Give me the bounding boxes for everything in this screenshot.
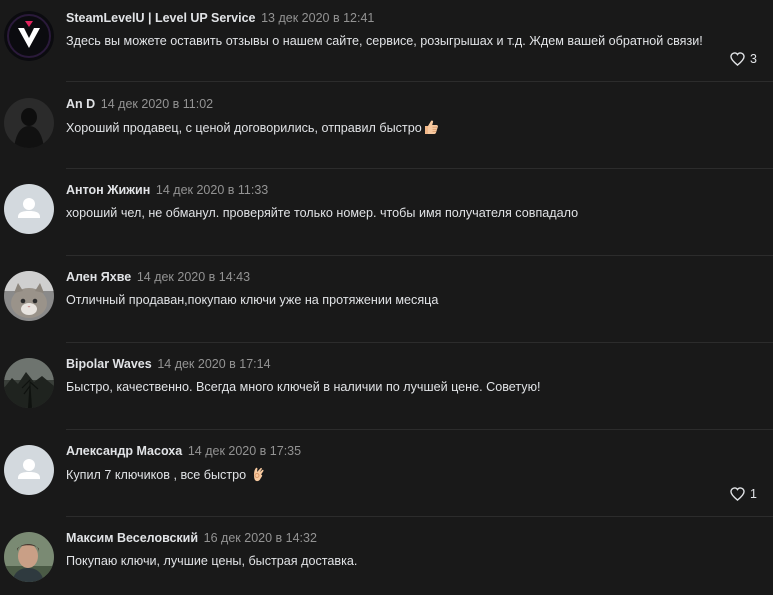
comment-text-content: Купил 7 ключиков , все быстро bbox=[66, 468, 247, 482]
default-user-icon bbox=[4, 445, 54, 495]
comment-text-content: Хороший продавец, с ценой договорились, … bbox=[66, 121, 422, 135]
comment-text: хороший чел, не обманул. проверяйте толь… bbox=[66, 206, 579, 220]
dark-landscape-photo-icon bbox=[4, 358, 54, 408]
like-count: 3 bbox=[750, 52, 757, 66]
comment-item: Максим Веселовский 16 дек 2020 в 14:32 П… bbox=[0, 520, 773, 595]
dark-figure-photo-icon bbox=[4, 98, 54, 148]
comment-header: Максим Веселовский 16 дек 2020 в 14:32 bbox=[66, 530, 317, 546]
avatar[interactable] bbox=[4, 532, 54, 582]
comment-header: An D 14 дек 2020 в 11:02 bbox=[66, 96, 213, 112]
comment-item: Александр Масоха 14 дек 2020 в 17:35 Куп… bbox=[0, 433, 773, 519]
comment-header: Александр Масоха 14 дек 2020 в 17:35 bbox=[66, 443, 301, 459]
like-count: 1 bbox=[750, 487, 757, 501]
heart-icon bbox=[730, 52, 745, 66]
author-name[interactable]: An D bbox=[66, 97, 95, 111]
steamlevelu-logo-icon bbox=[4, 11, 54, 61]
divider bbox=[66, 429, 773, 430]
comment-header: Антон Жижин 14 дек 2020 в 11:33 bbox=[66, 182, 268, 198]
avatar[interactable] bbox=[4, 271, 54, 321]
comment-date[interactable]: 14 дек 2020 в 17:14 bbox=[157, 357, 270, 371]
comment-text: Хороший продавец, с ценой договорились, … bbox=[66, 119, 439, 136]
divider bbox=[66, 168, 773, 169]
divider bbox=[66, 516, 773, 517]
comment-item: Ален Яхве 14 дек 2020 в 14:43 Отличный п… bbox=[0, 259, 773, 345]
like-button[interactable]: 3 bbox=[730, 52, 757, 66]
ok-hand-icon bbox=[250, 466, 266, 482]
author-name[interactable]: Bipolar Waves bbox=[66, 357, 152, 371]
thumbs-up-icon bbox=[423, 119, 439, 135]
avatar[interactable] bbox=[4, 184, 54, 234]
comment-header: Bipolar Waves 14 дек 2020 в 17:14 bbox=[66, 356, 271, 372]
author-name[interactable]: Александр Масоха bbox=[66, 444, 182, 458]
avatar[interactable] bbox=[4, 11, 54, 61]
avatar[interactable] bbox=[4, 98, 54, 148]
avatar[interactable] bbox=[4, 358, 54, 408]
comment-item: An D 14 дек 2020 в 11:02 Хороший продаве… bbox=[0, 86, 773, 172]
cat-photo-icon bbox=[4, 271, 54, 321]
comment-item: Bipolar Waves 14 дек 2020 в 17:14 Быстро… bbox=[0, 346, 773, 432]
comment-text: Отличный продаван,покупаю ключи уже на п… bbox=[66, 293, 439, 307]
comment-header: Ален Яхве 14 дек 2020 в 14:43 bbox=[66, 269, 250, 285]
comment-header: SteamLevelU | Level UP Service 13 дек 20… bbox=[66, 10, 374, 26]
person-photo-icon bbox=[4, 532, 54, 582]
comment-text: Купил 7 ключиков , все быстро bbox=[66, 466, 266, 483]
like-button[interactable]: 1 bbox=[730, 487, 757, 501]
comment-text: Быстро, качественно. Всегда много ключей… bbox=[66, 380, 541, 394]
comment-item: SteamLevelU | Level UP Service 13 дек 20… bbox=[0, 0, 773, 82]
author-name[interactable]: Ален Яхве bbox=[66, 270, 131, 284]
author-name[interactable]: Максим Веселовский bbox=[66, 531, 198, 545]
divider bbox=[66, 255, 773, 256]
comment-date[interactable]: 16 дек 2020 в 14:32 bbox=[204, 531, 317, 545]
comment-date[interactable]: 14 дек 2020 в 11:02 bbox=[101, 97, 213, 111]
author-name[interactable]: SteamLevelU | Level UP Service bbox=[66, 11, 255, 25]
avatar[interactable] bbox=[4, 445, 54, 495]
comment-text: Здесь вы можете оставить отзывы о нашем … bbox=[66, 34, 703, 48]
comment-date[interactable]: 14 дек 2020 в 17:35 bbox=[188, 444, 301, 458]
default-user-icon bbox=[4, 184, 54, 234]
heart-icon bbox=[730, 487, 745, 501]
comment-date[interactable]: 14 дек 2020 в 14:43 bbox=[137, 270, 250, 284]
divider bbox=[66, 342, 773, 343]
author-name[interactable]: Антон Жижин bbox=[66, 183, 150, 197]
comment-item: Антон Жижин 14 дек 2020 в 11:33 хороший … bbox=[0, 172, 773, 258]
divider bbox=[66, 81, 773, 82]
comment-text: Покупаю ключи, лучшие цены, быстрая дост… bbox=[66, 554, 358, 568]
comment-date[interactable]: 13 дек 2020 в 12:41 bbox=[261, 11, 374, 25]
comment-date[interactable]: 14 дек 2020 в 11:33 bbox=[156, 183, 268, 197]
